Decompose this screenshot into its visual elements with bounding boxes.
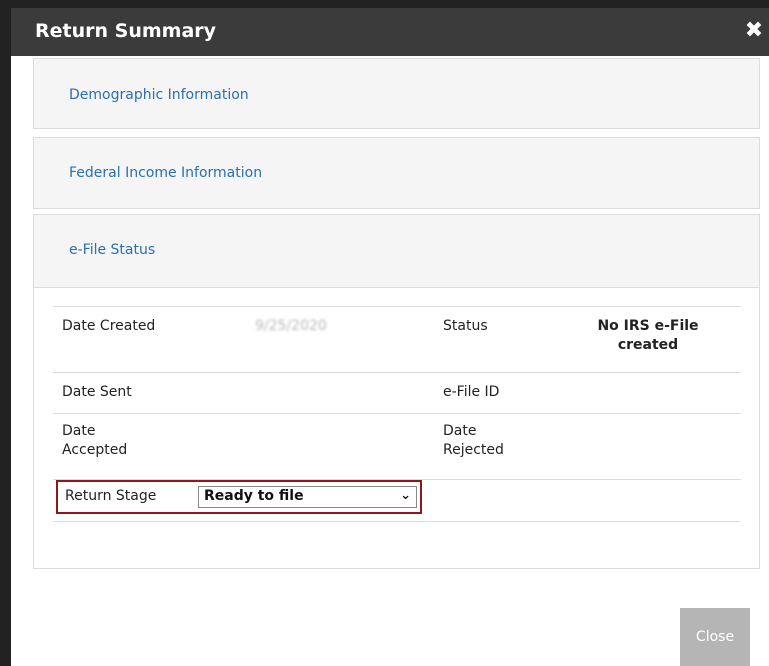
return-stage-highlight: Return Stage Ready to file ⌄ xyxy=(56,480,422,514)
date-sent-label: Date Sent xyxy=(62,384,132,400)
efile-id-label: e-File ID xyxy=(443,384,500,400)
chevron-down-icon: ⌄ xyxy=(400,488,411,503)
table-row: Return Stage Ready to file ⌄ xyxy=(53,480,741,522)
date-accepted-label: Date Accepted xyxy=(62,423,128,458)
demographic-information-link[interactable]: Demographic Information xyxy=(69,87,249,103)
status-value: No IRS e-File created xyxy=(597,318,699,353)
dialog-title: Return Summary xyxy=(35,20,217,42)
return-stage-select[interactable]: Ready to file ⌄ xyxy=(198,486,417,508)
section-efile-status: e-File Status Date Created 9/25/2020 Sta… xyxy=(33,214,760,569)
table-row: Date Created 9/25/2020 Status No IRS e-F… xyxy=(53,307,741,373)
date-created-value: 9/25/2020 xyxy=(255,318,327,334)
section-demographic[interactable]: Demographic Information xyxy=(33,58,760,129)
return-stage-selected-value: Ready to file xyxy=(204,488,304,504)
close-button[interactable]: Close xyxy=(680,608,750,666)
section-federal-income[interactable]: Federal Income Information xyxy=(33,137,760,209)
table-row: Date Accepted Date Rejected xyxy=(53,414,741,480)
close-icon[interactable]: ✖ xyxy=(743,20,765,42)
return-stage-label: Return Stage xyxy=(65,488,157,504)
efile-status-header[interactable]: e-File Status xyxy=(34,215,759,288)
efile-status-table: Date Created 9/25/2020 Status No IRS e-F… xyxy=(53,306,741,522)
efile-status-link[interactable]: e-File Status xyxy=(69,242,155,258)
dialog-header: Return Summary ✖ xyxy=(11,8,769,56)
federal-income-information-link[interactable]: Federal Income Information xyxy=(69,165,262,181)
status-label: Status xyxy=(443,318,488,334)
date-created-label: Date Created xyxy=(62,318,156,334)
date-rejected-label: Date Rejected xyxy=(443,423,504,458)
table-row: Date Sent e-File ID xyxy=(53,373,741,414)
return-summary-dialog: Return Summary ✖ Demographic Information… xyxy=(0,0,769,666)
